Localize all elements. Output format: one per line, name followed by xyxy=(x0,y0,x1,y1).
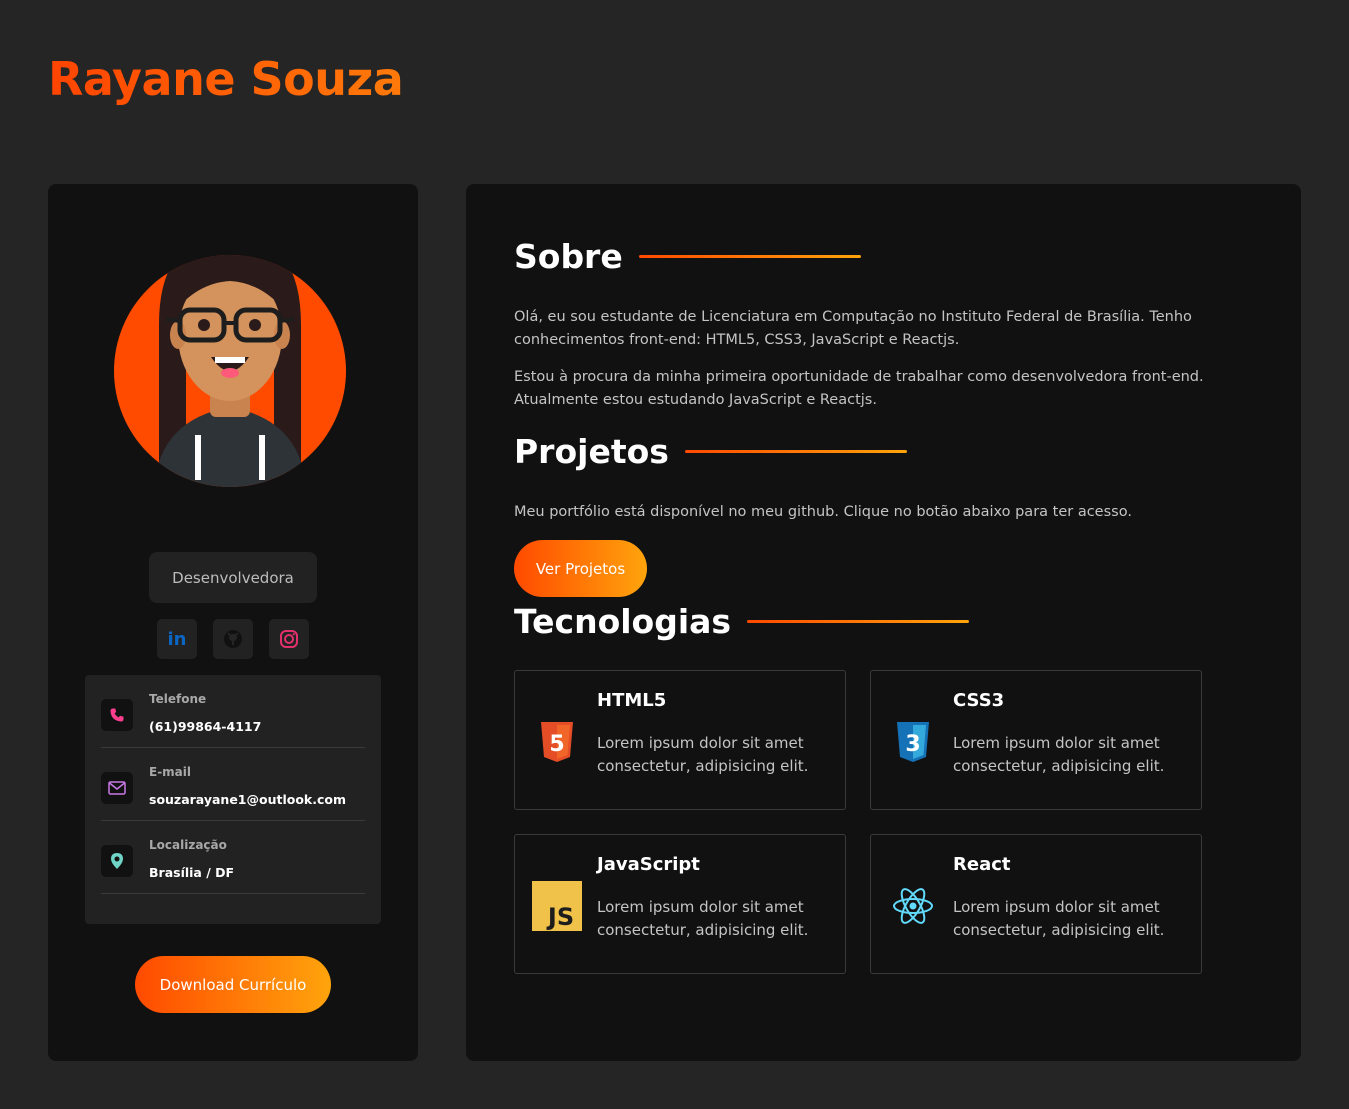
contact-value: (61)99864-4117 xyxy=(149,719,262,734)
section-divider xyxy=(638,255,861,258)
section-divider xyxy=(684,450,907,453)
profile-card: Desenvolvedora in Telefone (61)99864-411… xyxy=(48,184,418,1061)
download-cv-button[interactable]: Download Currículo xyxy=(135,956,331,1013)
view-projects-button[interactable]: Ver Projetos xyxy=(514,540,647,597)
tech-card-react: React Lorem ipsum dolor sit amet consect… xyxy=(870,834,1202,974)
main-card: Sobre Olá, eu sou estudante de Licenciat… xyxy=(466,184,1301,1061)
avatar xyxy=(114,255,346,487)
tech-name: JavaScript xyxy=(597,854,700,875)
tech-description: Lorem ipsum dolor sit amet consectetur, … xyxy=(953,898,1165,939)
projects-heading: Projetos xyxy=(514,432,907,471)
instagram-icon xyxy=(280,630,298,648)
tech-name: HTML5 xyxy=(597,690,667,711)
contact-value: souzarayane1@outlook.com xyxy=(149,792,347,807)
contact-label: Localização xyxy=(149,838,227,852)
github-button[interactable] xyxy=(213,619,253,659)
site-title: Rayane Souza xyxy=(48,52,404,106)
location-icon xyxy=(101,845,133,877)
tech-card-css3: 3 CSS3 Lorem ipsum dolor sit amet consec… xyxy=(870,670,1202,810)
about-heading: Sobre xyxy=(514,237,861,276)
page: Rayane Souza Desenvolvedora in Telefone … xyxy=(0,0,1349,1109)
tech-card-html5: 5 HTML5 Lorem ipsum dolor sit amet conse… xyxy=(514,670,846,810)
linkedin-button[interactable]: in xyxy=(157,619,197,659)
javascript-icon: JS xyxy=(531,881,583,931)
tech-name: CSS3 xyxy=(953,690,1005,711)
contact-location: Localização Brasília / DF xyxy=(101,821,365,894)
contact-phone: Telefone (61)99864-4117 xyxy=(101,675,365,748)
mail-icon xyxy=(101,772,133,804)
tech-title: Tecnologias xyxy=(514,602,732,641)
contact-list: Telefone (61)99864-4117 E-mail souzaraya… xyxy=(85,675,381,924)
tech-description: Lorem ipsum dolor sit amet consectetur, … xyxy=(597,734,809,775)
projects-title: Projetos xyxy=(514,432,669,471)
about-paragraph-2: Estou à procura da minha primeira oportu… xyxy=(514,369,1204,408)
html5-icon: 5 xyxy=(531,717,583,767)
contact-label: Telefone xyxy=(149,692,207,706)
tech-description: Lorem ipsum dolor sit amet consectetur, … xyxy=(953,734,1165,775)
tech-description: Lorem ipsum dolor sit amet consectetur, … xyxy=(597,898,809,939)
contact-email: E-mail souzarayane1@outlook.com xyxy=(101,748,365,821)
svg-text:5: 5 xyxy=(549,732,564,757)
about-paragraph-1: Olá, eu sou estudante de Licenciatura em… xyxy=(514,309,1192,348)
about-title: Sobre xyxy=(514,237,623,276)
github-icon xyxy=(224,630,242,648)
section-divider xyxy=(747,620,970,623)
tech-card-javascript: JS JavaScript Lorem ipsum dolor sit amet… xyxy=(514,834,846,974)
svg-text:JS: JS xyxy=(546,903,574,931)
tech-name: React xyxy=(953,854,1011,875)
contact-value: Brasília / DF xyxy=(149,865,235,880)
contact-label: E-mail xyxy=(149,765,192,779)
tech-heading: Tecnologias xyxy=(514,602,970,641)
svg-text:3: 3 xyxy=(905,732,920,757)
role-badge: Desenvolvedora xyxy=(149,552,317,603)
projects-paragraph: Meu portfólio está disponível no meu git… xyxy=(514,504,1132,520)
social-links: in xyxy=(157,619,309,659)
react-icon xyxy=(887,881,939,931)
instagram-button[interactable] xyxy=(269,619,309,659)
phone-icon xyxy=(101,699,133,731)
css3-icon: 3 xyxy=(887,717,939,767)
linkedin-icon: in xyxy=(167,628,187,650)
